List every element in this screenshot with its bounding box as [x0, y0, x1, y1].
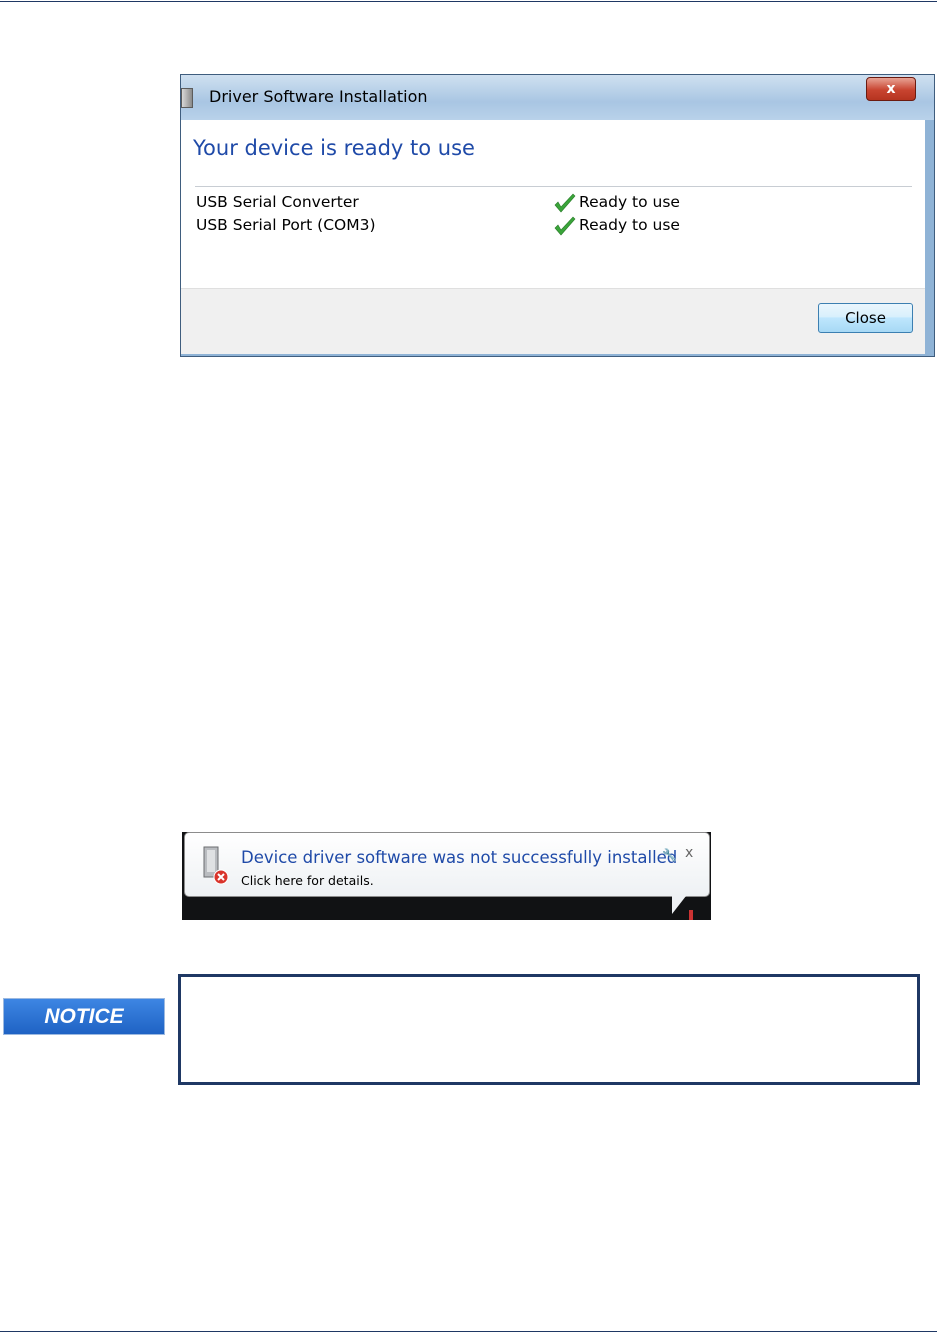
notification-details-link[interactable]: Click here for details. [241, 873, 374, 888]
device-row: USB Serial Port (COM3) Ready to use [196, 216, 896, 238]
notice-box [178, 974, 920, 1085]
window-close-button[interactable]: x [866, 77, 916, 101]
device-error-icon [203, 846, 229, 885]
dialog-titlebar[interactable]: Driver Software Installation x [181, 75, 934, 120]
close-icon[interactable]: x [685, 845, 693, 861]
checkmark-icon [554, 193, 576, 213]
checkmark-icon [554, 216, 576, 236]
tray-indicator [689, 910, 693, 920]
balloon-pointer [672, 896, 686, 914]
notice-label: NOTICE [3, 998, 165, 1035]
wrench-icon[interactable]: 🔧 [662, 848, 677, 862]
footer-rule [0, 1331, 937, 1332]
device-title-icon [181, 88, 193, 108]
device-name: USB Serial Port (COM3) [196, 216, 376, 234]
device-name: USB Serial Converter [196, 193, 359, 211]
driver-install-dialog: Driver Software Installation x Your devi… [180, 74, 935, 357]
device-status: Ready to use [579, 193, 680, 211]
device-status: Ready to use [579, 216, 680, 234]
notification-screenshot: Device driver software was not successfu… [182, 832, 711, 920]
dialog-title: Driver Software Installation [209, 87, 428, 106]
heading-divider [195, 186, 912, 187]
notification-balloon[interactable]: Device driver software was not successfu… [184, 832, 710, 897]
close-button[interactable]: Close [818, 303, 913, 333]
notification-title[interactable]: Device driver software was not successfu… [241, 848, 677, 867]
dialog-content: Your device is ready to use USB Serial C… [181, 120, 925, 354]
header-rule [0, 1, 937, 2]
dialog-footer: Close [181, 288, 925, 354]
device-row: USB Serial Converter Ready to use [196, 193, 896, 215]
dialog-heading: Your device is ready to use [193, 136, 475, 160]
